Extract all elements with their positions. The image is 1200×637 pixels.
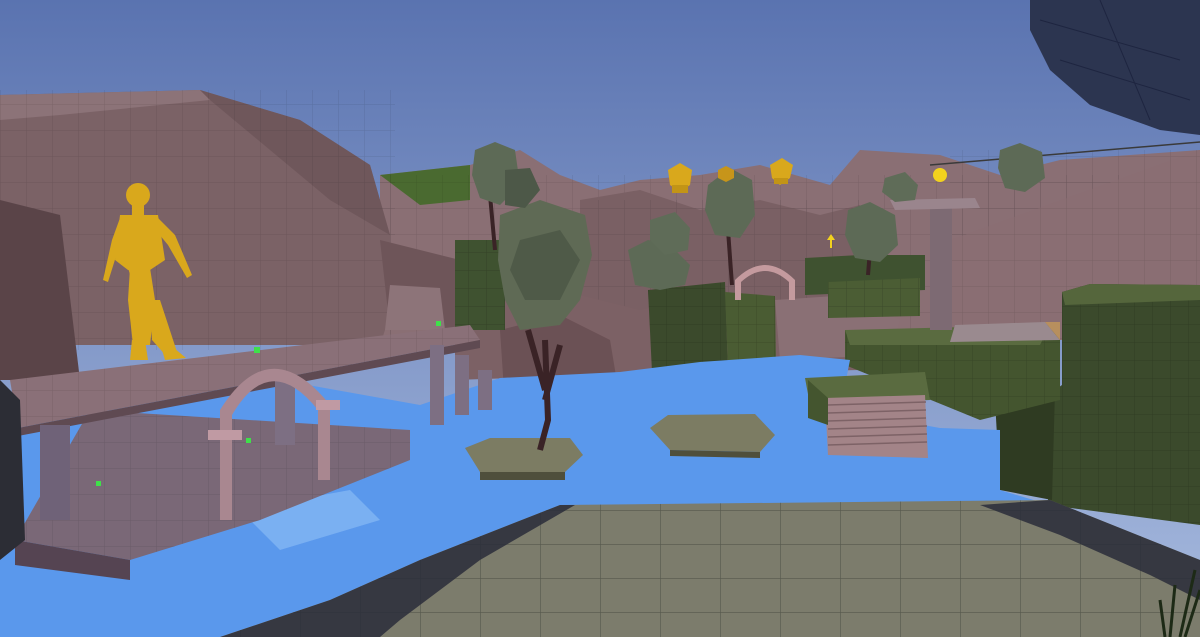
yellow-orb xyxy=(933,168,947,182)
game-viewport[interactable] xyxy=(0,0,1200,637)
scene-render xyxy=(0,0,1200,637)
